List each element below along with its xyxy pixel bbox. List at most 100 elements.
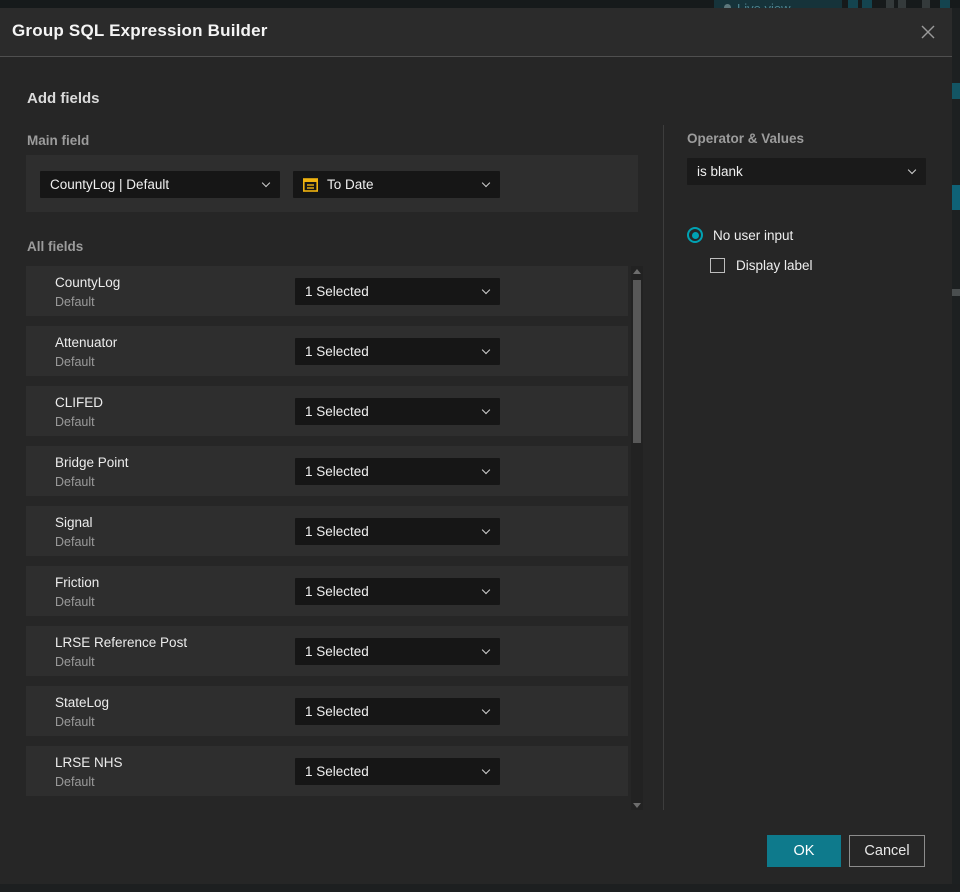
live-view-indicator[interactable]: Live view [714,0,842,8]
all-fields-label: All fields [27,239,84,254]
chevron-down-icon [481,705,491,715]
field-sublabel: Default [55,775,95,789]
calendar-icon [302,178,318,192]
toolbar-fragment [922,0,930,8]
no-user-input-label: No user input [713,227,794,243]
field-sublabel: Default [55,475,95,489]
field-sublabel: Default [55,715,95,729]
field-selection-select[interactable]: 1 Selected [295,338,500,365]
chevron-down-icon [481,525,491,535]
field-selection-select[interactable]: 1 Selected [295,578,500,605]
operator-select-value: is blank [697,164,743,179]
field-name: LRSE NHS [55,755,123,770]
scroll-up-arrow[interactable] [631,266,643,276]
field-selection-value: 1 Selected [305,284,369,299]
field-row-lrse-nhs: LRSE NHS Default 1 Selected [26,746,628,796]
scroll-down-arrow[interactable] [631,800,643,810]
field-name: Friction [55,575,100,590]
field-selection-value: 1 Selected [305,644,369,659]
chevron-down-icon [481,465,491,475]
field-name: Bridge Point [55,455,129,470]
field-selection-select[interactable]: 1 Selected [295,278,500,305]
display-label-label: Display label [736,258,813,273]
field-row-attenuator: Attenuator Default 1 Selected [26,326,628,376]
operator-select[interactable]: is blank [687,158,926,185]
toolbar-fragment [886,0,894,8]
group-sql-expression-builder-dialog: Group SQL Expression Builder Add fields … [0,8,952,884]
field-selection-value: 1 Selected [305,524,369,539]
chevron-down-icon [481,645,491,655]
field-selection-value: 1 Selected [305,404,369,419]
app-background-bottom [0,884,960,892]
chevron-down-icon [481,405,491,415]
field-row-friction: Friction Default 1 Selected [26,566,628,616]
chevron-down-icon [481,345,491,355]
main-field-label: Main field [27,133,90,148]
cancel-button[interactable]: Cancel [849,835,925,867]
main-field-date-select[interactable]: To Date [293,171,500,198]
field-row-lrse-reference-post: LRSE Reference Post Default 1 Selected [26,626,628,676]
radio-selected-icon[interactable] [687,227,703,243]
field-selection-value: 1 Selected [305,344,369,359]
triangle-down-icon [633,802,641,808]
toolbar-fragment [862,0,872,8]
chevron-down-icon [481,178,491,188]
scrollbar-thumb[interactable] [633,280,641,443]
operator-values-label: Operator & Values [687,131,805,146]
field-selection-select[interactable]: 1 Selected [295,638,500,665]
field-row-statelog: StateLog Default 1 Selected [26,686,628,736]
display-label-checkbox-row[interactable]: Display label [710,258,813,273]
close-button[interactable] [916,20,940,44]
field-name: Signal [55,515,93,530]
field-selection-select[interactable]: 1 Selected [295,518,500,545]
toolbar-fragment [940,0,950,8]
chevron-down-icon [481,585,491,595]
field-row-clifed: CLIFED Default 1 Selected [26,386,628,436]
main-field-layer-select[interactable]: CountyLog | Default [40,171,280,198]
background-fragment [952,185,960,210]
field-name: CLIFED [55,395,104,410]
field-sublabel: Default [55,295,95,309]
field-selection-select[interactable]: 1 Selected [295,698,500,725]
dialog-header: Group SQL Expression Builder [0,8,952,57]
field-name: StateLog [55,695,110,710]
toolbar-fragment [848,0,858,8]
chevron-down-icon [481,285,491,295]
field-selection-value: 1 Selected [305,704,369,719]
field-selection-value: 1 Selected [305,464,369,479]
triangle-up-icon [633,268,641,274]
field-selection-select[interactable]: 1 Selected [295,758,500,785]
background-fragment [952,83,960,99]
fields-list-scrollbar[interactable] [631,266,643,810]
main-field-container: CountyLog | Default To Date [26,155,638,212]
background-fragment [952,289,960,296]
field-row-countylog: CountyLog Default 1 Selected [26,266,628,316]
dialog-title: Group SQL Expression Builder [12,21,268,40]
app-background-right [952,8,960,892]
field-row-signal: Signal Default 1 Selected [26,506,628,556]
ok-button[interactable]: OK [767,835,841,867]
field-selection-select[interactable]: 1 Selected [295,458,500,485]
field-selection-select[interactable]: 1 Selected [295,398,500,425]
chevron-down-icon [907,165,917,175]
add-fields-heading: Add fields [27,90,100,107]
close-icon [921,25,935,39]
chevron-down-icon [261,178,271,188]
field-sublabel: Default [55,355,95,369]
toolbar-fragment [898,0,906,8]
field-name: CountyLog [55,275,121,290]
checkbox-unchecked-icon[interactable] [710,258,725,273]
app-background-top: Live view [0,0,960,8]
main-field-date-select-value: To Date [327,177,374,192]
field-sublabel: Default [55,535,95,549]
main-field-layer-select-value: CountyLog | Default [50,177,170,192]
live-view-label: Live view [737,1,790,8]
field-sublabel: Default [55,415,95,429]
panel-divider [663,125,664,810]
field-sublabel: Default [55,595,95,609]
field-selection-value: 1 Selected [305,584,369,599]
no-user-input-radio-row[interactable]: No user input [687,227,793,243]
field-sublabel: Default [55,655,95,669]
field-selection-value: 1 Selected [305,764,369,779]
chevron-down-icon [481,765,491,775]
